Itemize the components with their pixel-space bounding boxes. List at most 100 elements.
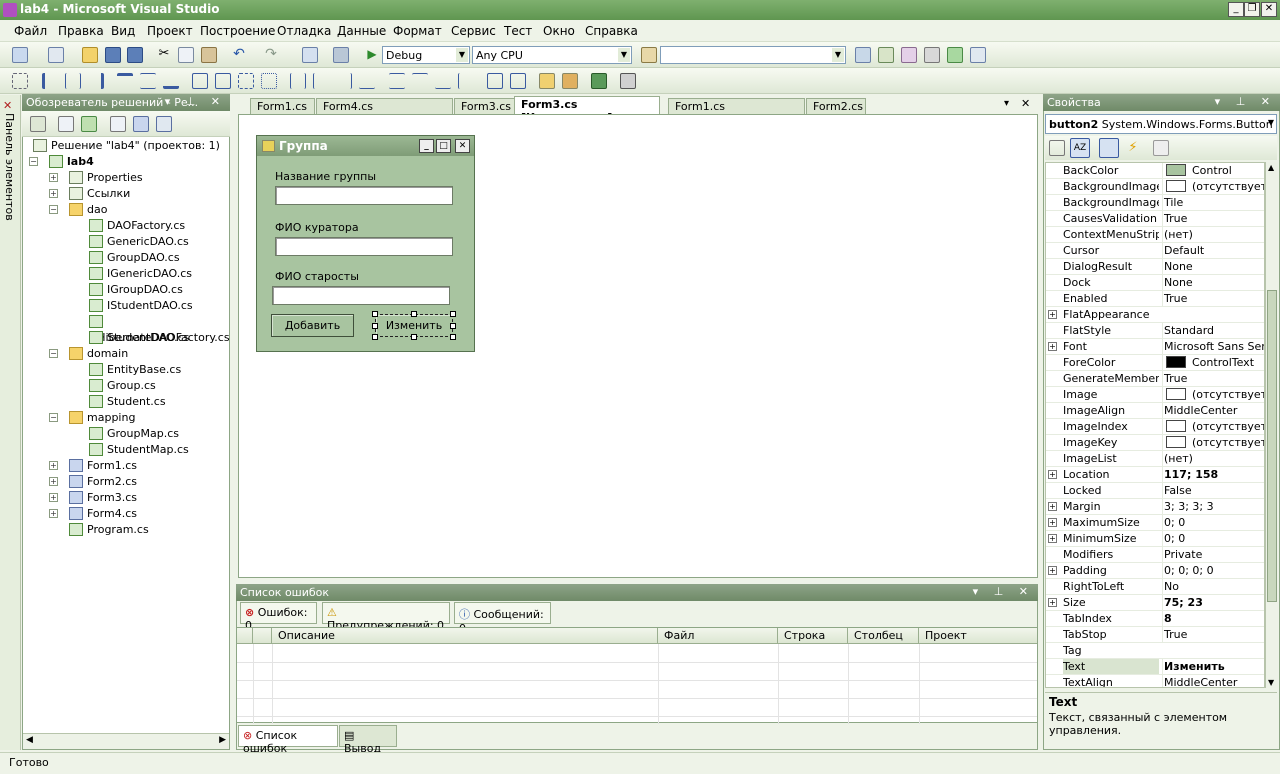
expand-icon[interactable]: +: [1048, 534, 1057, 543]
property-value[interactable]: True: [1162, 291, 1264, 306]
view-designer-icon[interactable]: [133, 116, 149, 132]
property-value[interactable]: Default: [1162, 243, 1264, 258]
expand-icon[interactable]: +: [1048, 342, 1057, 351]
property-row[interactable]: FlatStyle Standard: [1046, 323, 1264, 339]
property-value[interactable]: 3; 3; 3; 3: [1162, 499, 1264, 514]
property-value[interactable]: True: [1162, 627, 1264, 642]
tab-form2-cs[interactable]: Form2.cs: [806, 98, 866, 114]
tree-form-file[interactable]: Form3.cs: [69, 490, 137, 506]
errors-filter-button[interactable]: ⊗ Ошибок: 0: [240, 602, 317, 632]
property-row[interactable]: BackgroundImageLayout Tile: [1046, 195, 1264, 211]
scroll-down-icon[interactable]: ▼: [1268, 678, 1274, 687]
expand-icon[interactable]: +: [1048, 566, 1057, 575]
property-row[interactable]: CausesValidation True: [1046, 211, 1264, 227]
menu-window[interactable]: Окно: [543, 24, 575, 38]
decrease-horizontal-spacing-icon[interactable]: [336, 73, 352, 89]
toolbox-strip[interactable]: ✕ Панель элементов: [0, 95, 21, 750]
tree-form-file[interactable]: Form4.cs: [69, 506, 137, 522]
property-value[interactable]: MiddleCenter: [1162, 403, 1264, 418]
new-project-icon[interactable]: [12, 47, 28, 63]
remove-horizontal-spacing-icon[interactable]: [359, 73, 375, 89]
column-header-line[interactable]: Строка: [778, 628, 848, 644]
vertical-spacing-equal-icon[interactable]: [389, 73, 405, 89]
menu-project[interactable]: Проект: [147, 24, 193, 38]
tree-form-file[interactable]: Form2.cs: [69, 474, 137, 490]
tree-references[interactable]: Ссылки: [69, 186, 130, 202]
expand-icon[interactable]: +: [1048, 518, 1057, 527]
center-horizontally-icon[interactable]: [487, 73, 503, 89]
events-lightning-icon[interactable]: ⚡: [1125, 140, 1141, 156]
selection-handle[interactable]: [450, 323, 456, 329]
close-document-icon[interactable]: ✕: [1021, 97, 1030, 110]
tree-file[interactable]: IGroupDAO.cs: [89, 282, 183, 298]
menu-format[interactable]: Формат: [393, 24, 442, 38]
size-to-grid-icon[interactable]: [261, 73, 277, 89]
property-row[interactable]: + Font Microsoft Sans Serif; 8: [1046, 339, 1264, 355]
expand-icon[interactable]: +: [49, 477, 58, 486]
menu-tools[interactable]: Сервис: [451, 24, 496, 38]
tab-form3-designer[interactable]: Form3.cs [Конструктор]: [514, 96, 660, 124]
expand-icon[interactable]: +: [49, 189, 58, 198]
property-value[interactable]: (отсутствует): [1162, 387, 1264, 402]
undo-icon[interactable]: ↶: [231, 47, 247, 63]
property-value[interactable]: Control: [1162, 163, 1264, 178]
property-row[interactable]: BackgroundImage (отсутствует): [1046, 179, 1264, 195]
close-button[interactable]: ✕: [1261, 2, 1277, 17]
property-row[interactable]: + MinimumSize 0; 0: [1046, 531, 1264, 547]
expand-icon[interactable]: +: [1048, 470, 1057, 479]
panel-controls[interactable]: ▾ ⊥ ✕: [973, 585, 1034, 598]
minimize-button[interactable]: _: [1228, 2, 1244, 17]
property-row[interactable]: TabStop True: [1046, 627, 1264, 643]
property-row[interactable]: + Padding 0; 0; 0; 0: [1046, 563, 1264, 579]
categorized-icon[interactable]: [1049, 140, 1065, 156]
property-row[interactable]: DialogResult None: [1046, 259, 1264, 275]
messages-filter-button[interactable]: ⓘ Сообщений: 0: [454, 602, 551, 635]
tree-file[interactable]: StudentDAO.cs: [89, 330, 189, 346]
property-value[interactable]: 0; 0: [1162, 515, 1264, 530]
properties-view-icon[interactable]: [1099, 138, 1119, 158]
property-row[interactable]: TextAlign MiddleCenter: [1046, 675, 1264, 687]
tree-file[interactable]: DAOFactory.cs: [89, 218, 185, 234]
start-debugging-icon[interactable]: ▶: [364, 47, 380, 63]
column-header-index[interactable]: [253, 628, 272, 644]
paste-icon[interactable]: [201, 47, 217, 63]
property-value[interactable]: MiddleCenter: [1162, 675, 1264, 687]
center-vertically-icon[interactable]: [510, 73, 526, 89]
collapse-icon[interactable]: −: [49, 205, 58, 214]
property-row[interactable]: Tag: [1046, 643, 1264, 659]
horizontal-spacing-equal-icon[interactable]: [290, 73, 306, 89]
menu-view[interactable]: Вид: [111, 24, 135, 38]
tree-file[interactable]: GroupMap.cs: [89, 426, 179, 442]
tab-output[interactable]: ▤ Вывод: [339, 725, 397, 755]
menu-build[interactable]: Построение: [200, 24, 275, 38]
property-row[interactable]: Modifiers Private: [1046, 547, 1264, 563]
make-same-width-icon[interactable]: [192, 73, 208, 89]
increase-vertical-spacing-icon[interactable]: [412, 73, 428, 89]
property-row[interactable]: + FlatAppearance: [1046, 307, 1264, 323]
tree-file[interactable]: GenericDAO.cs: [89, 234, 189, 250]
property-value[interactable]: (нет): [1162, 227, 1264, 242]
menu-data[interactable]: Данные: [337, 24, 386, 38]
property-row[interactable]: ImageList (нет): [1046, 451, 1264, 467]
menu-help[interactable]: Справка: [585, 24, 638, 38]
property-value[interactable]: No: [1162, 579, 1264, 594]
remove-vertical-spacing-icon[interactable]: [458, 73, 474, 89]
find-in-files-icon[interactable]: [641, 47, 657, 63]
property-value[interactable]: True: [1162, 371, 1264, 386]
scroll-up-icon[interactable]: ▲: [1268, 163, 1274, 172]
property-row[interactable]: ImageKey (отсутствует): [1046, 435, 1264, 451]
tree-file[interactable]: Program.cs: [69, 522, 149, 538]
tab-order-icon[interactable]: [591, 73, 607, 89]
selection-handle[interactable]: [450, 334, 456, 340]
tree-folder-domain[interactable]: domain: [69, 346, 128, 362]
properties-window-icon[interactable]: [878, 47, 894, 63]
save-all-icon[interactable]: [127, 47, 143, 63]
property-row[interactable]: ContextMenuStrip (нет): [1046, 227, 1264, 243]
active-files-dropdown-icon[interactable]: ▾: [1004, 98, 1009, 109]
increase-horizontal-spacing-icon[interactable]: [313, 73, 329, 89]
tree-file[interactable]: StudentMap.cs: [89, 442, 189, 458]
expand-icon[interactable]: +: [49, 509, 58, 518]
selection-handle[interactable]: [372, 334, 378, 340]
tree-properties[interactable]: Properties: [69, 170, 143, 186]
expand-icon[interactable]: +: [1048, 502, 1057, 511]
